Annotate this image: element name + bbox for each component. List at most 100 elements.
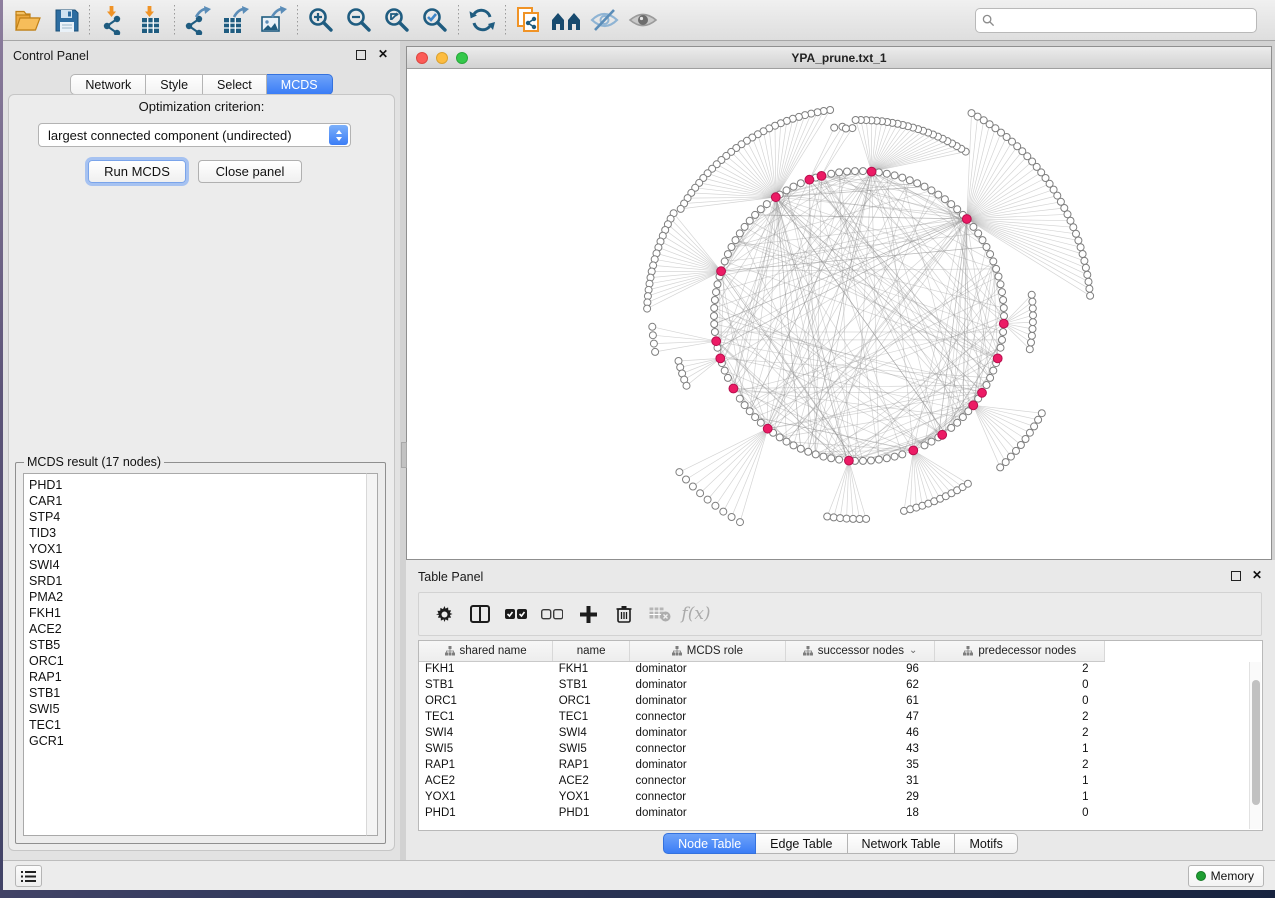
graph-satellite-node[interactable] — [649, 323, 656, 330]
graph-ring-node[interactable] — [714, 281, 721, 288]
graph-ring-node[interactable] — [995, 273, 1002, 280]
graph-ring-node[interactable] — [891, 172, 898, 179]
graph-satellite-node[interactable] — [697, 490, 704, 497]
graph-satellite-node[interactable] — [683, 382, 690, 389]
graph-satellite-node[interactable] — [728, 514, 735, 521]
duplicate-network-icon[interactable] — [510, 3, 548, 37]
table-tab-node-table[interactable]: Node Table — [663, 833, 756, 854]
graph-ring-node[interactable] — [1000, 329, 1007, 336]
graph-ring-node[interactable] — [997, 281, 1004, 288]
graph-satellite-node[interactable] — [689, 483, 696, 490]
table-tab-motifs[interactable]: Motifs — [955, 833, 1017, 854]
graph-satellite-node[interactable] — [1028, 291, 1035, 298]
graph-ring-node[interactable] — [805, 448, 812, 455]
graph-ring-node[interactable] — [724, 251, 731, 258]
graph-hub-node[interactable] — [817, 172, 826, 181]
graph-satellite-node[interactable] — [843, 515, 850, 522]
graph-satellite-node[interactable] — [649, 332, 656, 339]
network-canvas-svg[interactable] — [407, 69, 1271, 559]
mcds-result-item[interactable]: SWI5 — [29, 701, 377, 717]
zoom-fit-icon[interactable] — [378, 3, 416, 37]
graph-satellite-node[interactable] — [1030, 312, 1037, 319]
graph-ring-node[interactable] — [711, 305, 718, 312]
close-panel-button[interactable]: Close panel — [198, 160, 302, 183]
hide-selected-icon[interactable] — [586, 3, 624, 37]
graph-satellite-node[interactable] — [964, 480, 971, 487]
graph-ring-node[interactable] — [828, 455, 835, 462]
mcds-result-item[interactable]: TEC1 — [29, 717, 377, 733]
graph-satellite-node[interactable] — [1028, 339, 1035, 346]
graph-ring-node[interactable] — [752, 414, 759, 421]
graph-ring-node[interactable] — [990, 258, 997, 265]
column-header-predecessor-nodes[interactable]: predecessor nodes — [935, 641, 1105, 661]
graph-satellite-node[interactable] — [1081, 257, 1088, 264]
graph-ring-node[interactable] — [970, 223, 977, 230]
graph-ring-node[interactable] — [983, 382, 990, 389]
graph-ring-node[interactable] — [906, 177, 913, 184]
graph-hub-node[interactable] — [867, 167, 876, 176]
mcds-result-item[interactable]: GCR1 — [29, 733, 377, 749]
table-row[interactable]: PHD1PHD1dominator180 — [419, 805, 1262, 821]
graph-satellite-node[interactable] — [842, 125, 849, 132]
mcds-result-item[interactable]: STB5 — [29, 637, 377, 653]
graph-hub-node[interactable] — [716, 354, 725, 363]
graph-satellite-node[interactable] — [1079, 251, 1086, 258]
graph-satellite-node[interactable] — [1031, 423, 1038, 430]
graph-ring-node[interactable] — [741, 402, 748, 409]
graph-ring-node[interactable] — [844, 168, 851, 175]
graph-satellite-node[interactable] — [644, 305, 651, 312]
graph-satellite-node[interactable] — [1084, 271, 1091, 278]
graph-ring-node[interactable] — [790, 442, 797, 449]
graph-ring-node[interactable] — [987, 251, 994, 258]
graph-satellite-node[interactable] — [1026, 429, 1033, 436]
tab-select[interactable]: Select — [203, 74, 267, 95]
graph-hub-node[interactable] — [993, 354, 1002, 363]
graph-ring-node[interactable] — [776, 434, 783, 441]
task-history-button[interactable] — [15, 865, 42, 887]
graph-ring-node[interactable] — [899, 451, 906, 458]
graph-satellite-node[interactable] — [1038, 410, 1045, 417]
graph-ring-node[interactable] — [728, 244, 735, 251]
graph-ring-node[interactable] — [797, 180, 804, 187]
graph-ring-node[interactable] — [757, 419, 764, 426]
graph-ring-node[interactable] — [987, 374, 994, 381]
search-input[interactable] — [999, 13, 1250, 27]
add-column-icon[interactable] — [573, 599, 603, 629]
graph-ring-node[interactable] — [736, 395, 743, 402]
graph-ring-node[interactable] — [875, 169, 882, 176]
mcds-result-item[interactable]: STP4 — [29, 509, 377, 525]
run-mcds-button[interactable]: Run MCDS — [88, 160, 186, 183]
graph-ring-node[interactable] — [875, 456, 882, 463]
graph-satellite-node[interactable] — [837, 515, 844, 522]
graph-ring-node[interactable] — [975, 230, 982, 237]
graph-satellite-node[interactable] — [1087, 292, 1094, 299]
tab-style[interactable]: Style — [146, 74, 203, 95]
mcds-result-item[interactable]: FKH1 — [29, 605, 377, 621]
graph-satellite-node[interactable] — [997, 464, 1004, 471]
import-table-icon[interactable] — [132, 3, 170, 37]
graph-satellite-node[interactable] — [720, 508, 727, 515]
graph-ring-node[interactable] — [979, 237, 986, 244]
graph-ring-node[interactable] — [860, 457, 867, 464]
save-session-icon[interactable] — [47, 3, 85, 37]
graph-satellite-node[interactable] — [827, 107, 834, 114]
graph-ring-node[interactable] — [820, 453, 827, 460]
graph-hub-node[interactable] — [909, 446, 918, 455]
zoom-in-icon[interactable] — [302, 3, 340, 37]
graph-satellite-node[interactable] — [650, 340, 657, 347]
graph-ring-node[interactable] — [711, 313, 718, 320]
table-row[interactable]: YOX1YOX1connector291 — [419, 789, 1262, 805]
network-canvas[interactable] — [407, 69, 1271, 559]
table-row[interactable]: FKH1FKH1dominator962 — [419, 661, 1262, 677]
graph-satellite-node[interactable] — [1022, 436, 1029, 443]
graph-satellite-node[interactable] — [1029, 298, 1036, 305]
graph-ring-node[interactable] — [948, 201, 955, 208]
graph-satellite-node[interactable] — [704, 496, 711, 503]
graph-ring-node[interactable] — [935, 191, 942, 198]
graph-ring-node[interactable] — [797, 445, 804, 452]
column-header-shared-name[interactable]: shared name — [419, 641, 553, 661]
graph-hub-node[interactable] — [763, 424, 772, 433]
graph-satellite-node[interactable] — [677, 205, 684, 212]
column-header-name[interactable]: name — [553, 641, 630, 661]
column-view-icon[interactable] — [465, 599, 495, 629]
